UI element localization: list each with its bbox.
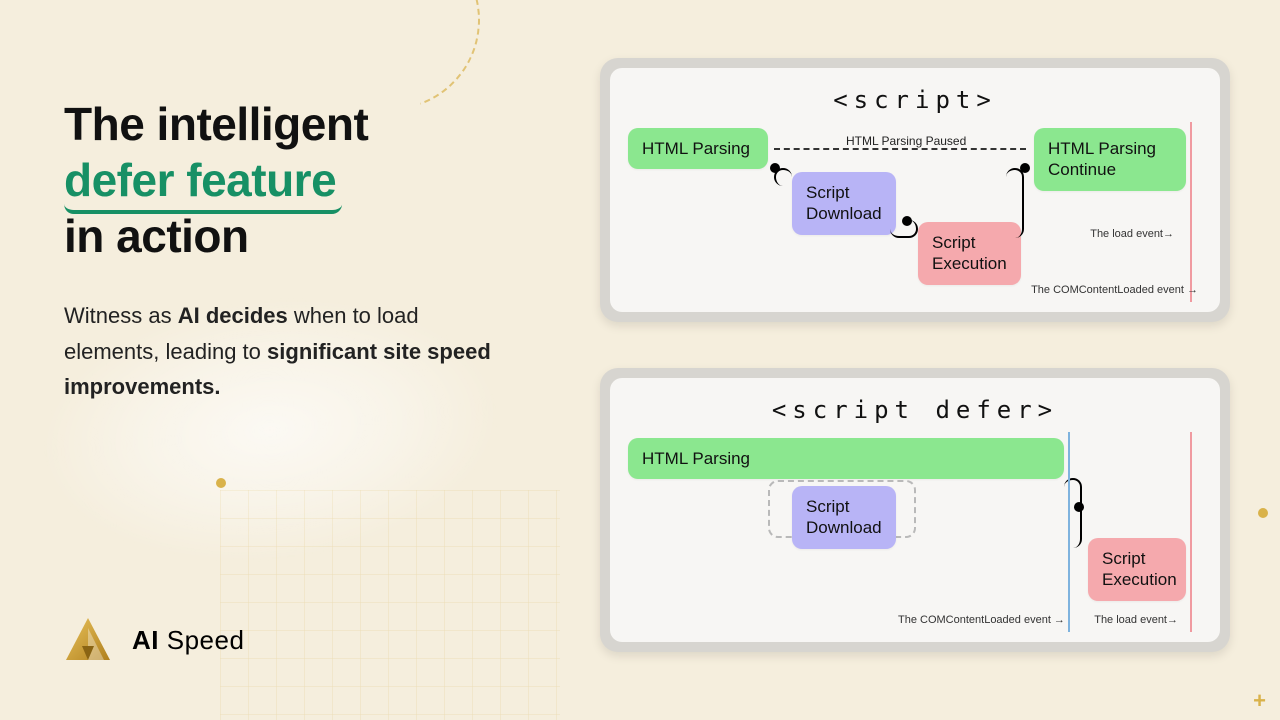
box-script-download: Script Download bbox=[792, 486, 896, 549]
subtitle: Witness as AI decides when to load eleme… bbox=[64, 298, 494, 404]
box-html-parsing: HTML Parsing bbox=[628, 128, 768, 169]
decor-plus: + bbox=[1253, 688, 1266, 714]
headline-line3: in action bbox=[64, 210, 249, 262]
event-domcontentloaded: The COMContentLoaded event → bbox=[898, 614, 1065, 626]
connector-line bbox=[890, 220, 918, 238]
box-script-execution: Script Execution bbox=[1088, 538, 1186, 601]
brand-logo-icon bbox=[64, 616, 112, 664]
subtitle-pre: Witness as bbox=[64, 303, 178, 328]
diagram-title: <script> bbox=[628, 86, 1202, 114]
box-html-parsing: HTML Parsing bbox=[628, 438, 1064, 479]
endline-red bbox=[1190, 432, 1192, 632]
decor-dot bbox=[1258, 508, 1268, 518]
connector-line bbox=[774, 168, 792, 186]
event-domcontentloaded: The COMContentLoaded event → bbox=[1031, 284, 1198, 296]
connector-line bbox=[1006, 168, 1024, 238]
diagram-inner: <script defer> HTML Parsing Script Downl… bbox=[610, 378, 1220, 642]
diagram-inner: <script> HTML Parsing HTML Parsing Pause… bbox=[610, 68, 1220, 312]
diagram-lane: HTML Parsing HTML Parsing Paused Script … bbox=[628, 128, 1202, 298]
headline: The intelligent defer feature in action bbox=[64, 96, 534, 264]
headline-highlight: defer feature bbox=[64, 152, 336, 208]
headline-line1: The intelligent bbox=[64, 98, 368, 150]
decor-dot bbox=[216, 478, 226, 488]
subtitle-bold1: AI decides bbox=[178, 303, 288, 328]
box-script-download: Script Download bbox=[792, 172, 896, 235]
brand: AI Speed bbox=[64, 616, 244, 664]
diagram-title: <script defer> bbox=[628, 396, 1202, 424]
label-paused: HTML Parsing Paused bbox=[846, 134, 966, 148]
diagram-card-script: <script> HTML Parsing HTML Parsing Pause… bbox=[600, 58, 1230, 322]
connector-line bbox=[1064, 478, 1082, 548]
brand-bold: AI bbox=[132, 625, 159, 655]
endline-blue bbox=[1068, 432, 1070, 632]
box-html-continue: HTML Parsing Continue bbox=[1034, 128, 1186, 191]
brand-text: AI Speed bbox=[132, 625, 244, 656]
decor-grid bbox=[220, 490, 560, 720]
event-load: The load event→ bbox=[1094, 614, 1178, 626]
diagram-card-script-defer: <script defer> HTML Parsing Script Downl… bbox=[600, 368, 1230, 652]
dashline-paused bbox=[774, 148, 1026, 150]
event-load: The load event→ bbox=[1090, 228, 1174, 240]
hero-copy: The intelligent defer feature in action … bbox=[64, 96, 534, 404]
diagram-lane: HTML Parsing Script Download Script Exec… bbox=[628, 438, 1202, 628]
box-script-execution: Script Execution bbox=[918, 222, 1021, 285]
endline-red bbox=[1190, 122, 1192, 302]
brand-rest: Speed bbox=[159, 625, 244, 655]
